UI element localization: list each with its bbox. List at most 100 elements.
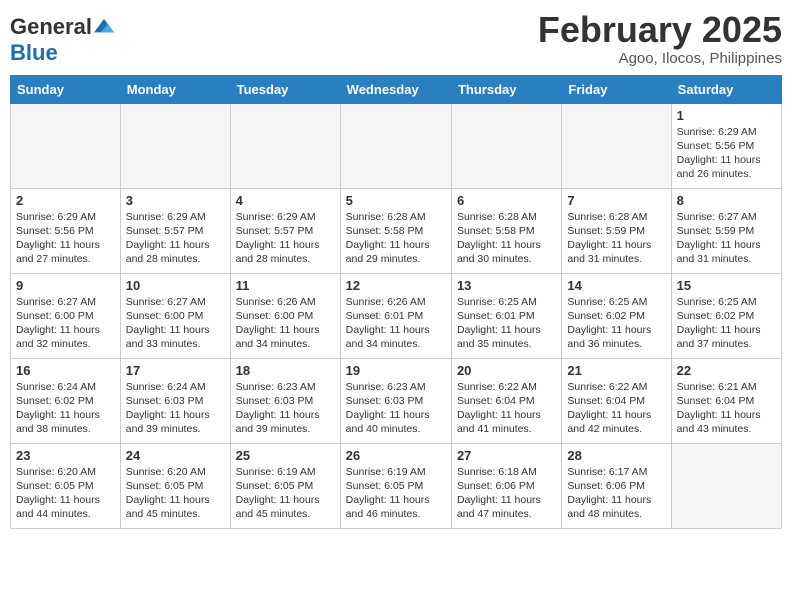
day-number: 14	[567, 278, 665, 293]
day-info: Sunrise: 6:29 AM Sunset: 5:57 PM Dayligh…	[236, 210, 335, 267]
calendar-cell: 8 Sunrise: 6:27 AM Sunset: 5:59 PM Daylig…	[671, 188, 781, 273]
day-info: Sunrise: 6:20 AM Sunset: 6:05 PM Dayligh…	[16, 465, 115, 522]
day-info: Sunrise: 6:27 AM Sunset: 6:00 PM Dayligh…	[126, 295, 225, 352]
calendar-cell	[11, 103, 121, 188]
day-info: Sunrise: 6:20 AM Sunset: 6:05 PM Dayligh…	[126, 465, 225, 522]
calendar-cell: 21 Sunrise: 6:22 AM Sunset: 6:04 PM Dayli…	[562, 358, 671, 443]
day-info: Sunrise: 6:25 AM Sunset: 6:01 PM Dayligh…	[457, 295, 556, 352]
calendar-cell	[120, 103, 230, 188]
day-info: Sunrise: 6:28 AM Sunset: 5:58 PM Dayligh…	[346, 210, 446, 267]
title-block: February 2025 Agoo, Ilocos, Philippines	[538, 10, 782, 67]
day-number: 24	[126, 448, 225, 463]
logo-blue: Blue	[10, 40, 58, 66]
calendar-cell: 12 Sunrise: 6:26 AM Sunset: 6:01 PM Dayli…	[340, 273, 451, 358]
calendar-header-monday: Monday	[120, 75, 230, 103]
calendar-cell: 16 Sunrise: 6:24 AM Sunset: 6:02 PM Dayli…	[11, 358, 121, 443]
day-info: Sunrise: 6:26 AM Sunset: 6:01 PM Dayligh…	[346, 295, 446, 352]
calendar-cell: 27 Sunrise: 6:18 AM Sunset: 6:06 PM Dayli…	[451, 443, 561, 528]
calendar: SundayMondayTuesdayWednesdayThursdayFrid…	[10, 75, 782, 529]
week-row-3: 9 Sunrise: 6:27 AM Sunset: 6:00 PM Daylig…	[11, 273, 782, 358]
calendar-cell: 11 Sunrise: 6:26 AM Sunset: 6:00 PM Dayli…	[230, 273, 340, 358]
calendar-cell: 5 Sunrise: 6:28 AM Sunset: 5:58 PM Daylig…	[340, 188, 451, 273]
day-info: Sunrise: 6:25 AM Sunset: 6:02 PM Dayligh…	[677, 295, 776, 352]
week-row-5: 23 Sunrise: 6:20 AM Sunset: 6:05 PM Dayli…	[11, 443, 782, 528]
day-number: 28	[567, 448, 665, 463]
calendar-cell: 20 Sunrise: 6:22 AM Sunset: 6:04 PM Dayli…	[451, 358, 561, 443]
week-row-1: 1Sunrise: 6:29 AM Sunset: 5:56 PM Daylig…	[11, 103, 782, 188]
calendar-header-thursday: Thursday	[451, 75, 561, 103]
calendar-header-row: SundayMondayTuesdayWednesdayThursdayFrid…	[11, 75, 782, 103]
calendar-cell: 15 Sunrise: 6:25 AM Sunset: 6:02 PM Dayli…	[671, 273, 781, 358]
calendar-cell: 10 Sunrise: 6:27 AM Sunset: 6:00 PM Dayli…	[120, 273, 230, 358]
day-number: 15	[677, 278, 776, 293]
day-info: Sunrise: 6:24 AM Sunset: 6:02 PM Dayligh…	[16, 380, 115, 437]
calendar-cell: 4Sunrise: 6:29 AM Sunset: 5:57 PM Daylig…	[230, 188, 340, 273]
day-number: 5	[346, 193, 446, 208]
day-number: 18	[236, 363, 335, 378]
calendar-cell	[562, 103, 671, 188]
calendar-header-sunday: Sunday	[11, 75, 121, 103]
calendar-cell	[340, 103, 451, 188]
day-number: 16	[16, 363, 115, 378]
calendar-cell: 3Sunrise: 6:29 AM Sunset: 5:57 PM Daylig…	[120, 188, 230, 273]
logo: General Blue	[10, 10, 114, 66]
day-number: 13	[457, 278, 556, 293]
day-info: Sunrise: 6:29 AM Sunset: 5:57 PM Dayligh…	[126, 210, 225, 267]
calendar-header-friday: Friday	[562, 75, 671, 103]
calendar-cell: 25Sunrise: 6:19 AM Sunset: 6:05 PM Dayli…	[230, 443, 340, 528]
week-row-2: 2 Sunrise: 6:29 AM Sunset: 5:56 PM Daylig…	[11, 188, 782, 273]
logo-general: General	[10, 14, 92, 40]
day-info: Sunrise: 6:26 AM Sunset: 6:00 PM Dayligh…	[236, 295, 335, 352]
day-info: Sunrise: 6:18 AM Sunset: 6:06 PM Dayligh…	[457, 465, 556, 522]
day-number: 26	[346, 448, 446, 463]
calendar-header-tuesday: Tuesday	[230, 75, 340, 103]
calendar-header-saturday: Saturday	[671, 75, 781, 103]
day-info: Sunrise: 6:25 AM Sunset: 6:02 PM Dayligh…	[567, 295, 665, 352]
calendar-cell: 1Sunrise: 6:29 AM Sunset: 5:56 PM Daylig…	[671, 103, 781, 188]
calendar-cell: 9 Sunrise: 6:27 AM Sunset: 6:00 PM Daylig…	[11, 273, 121, 358]
day-number: 2	[16, 193, 115, 208]
day-info: Sunrise: 6:19 AM Sunset: 6:05 PM Dayligh…	[236, 465, 335, 522]
day-number: 6	[457, 193, 556, 208]
calendar-cell: 2 Sunrise: 6:29 AM Sunset: 5:56 PM Daylig…	[11, 188, 121, 273]
day-number: 21	[567, 363, 665, 378]
day-info: Sunrise: 6:19 AM Sunset: 6:05 PM Dayligh…	[346, 465, 446, 522]
calendar-cell: 13 Sunrise: 6:25 AM Sunset: 6:01 PM Dayli…	[451, 273, 561, 358]
day-number: 7	[567, 193, 665, 208]
day-info: Sunrise: 6:23 AM Sunset: 6:03 PM Dayligh…	[346, 380, 446, 437]
calendar-cell: 28Sunrise: 6:17 AM Sunset: 6:06 PM Dayli…	[562, 443, 671, 528]
day-number: 20	[457, 363, 556, 378]
day-info: Sunrise: 6:22 AM Sunset: 6:04 PM Dayligh…	[567, 380, 665, 437]
calendar-cell: 6 Sunrise: 6:28 AM Sunset: 5:58 PM Daylig…	[451, 188, 561, 273]
day-number: 22	[677, 363, 776, 378]
calendar-cell: 22 Sunrise: 6:21 AM Sunset: 6:04 PM Dayli…	[671, 358, 781, 443]
day-number: 19	[346, 363, 446, 378]
day-number: 10	[126, 278, 225, 293]
month-title: February 2025	[538, 10, 782, 50]
calendar-cell: 14 Sunrise: 6:25 AM Sunset: 6:02 PM Dayli…	[562, 273, 671, 358]
day-number: 23	[16, 448, 115, 463]
calendar-cell: 23 Sunrise: 6:20 AM Sunset: 6:05 PM Dayli…	[11, 443, 121, 528]
day-info: Sunrise: 6:29 AM Sunset: 5:56 PM Dayligh…	[16, 210, 115, 267]
calendar-cell	[451, 103, 561, 188]
day-info: Sunrise: 6:28 AM Sunset: 5:58 PM Dayligh…	[457, 210, 556, 267]
day-number: 9	[16, 278, 115, 293]
day-info: Sunrise: 6:21 AM Sunset: 6:04 PM Dayligh…	[677, 380, 776, 437]
week-row-4: 16 Sunrise: 6:24 AM Sunset: 6:02 PM Dayli…	[11, 358, 782, 443]
day-info: Sunrise: 6:28 AM Sunset: 5:59 PM Dayligh…	[567, 210, 665, 267]
day-info: Sunrise: 6:22 AM Sunset: 6:04 PM Dayligh…	[457, 380, 556, 437]
day-info: Sunrise: 6:27 AM Sunset: 6:00 PM Dayligh…	[16, 295, 115, 352]
calendar-cell	[671, 443, 781, 528]
day-info: Sunrise: 6:27 AM Sunset: 5:59 PM Dayligh…	[677, 210, 776, 267]
calendar-cell: 7 Sunrise: 6:28 AM Sunset: 5:59 PM Daylig…	[562, 188, 671, 273]
day-number: 12	[346, 278, 446, 293]
calendar-cell	[230, 103, 340, 188]
day-number: 17	[126, 363, 225, 378]
calendar-cell: 18 Sunrise: 6:23 AM Sunset: 6:03 PM Dayli…	[230, 358, 340, 443]
day-info: Sunrise: 6:23 AM Sunset: 6:03 PM Dayligh…	[236, 380, 335, 437]
day-info: Sunrise: 6:29 AM Sunset: 5:56 PM Dayligh…	[677, 125, 776, 182]
location: Agoo, Ilocos, Philippines	[538, 50, 782, 67]
day-number: 8	[677, 193, 776, 208]
day-number: 11	[236, 278, 335, 293]
day-number: 27	[457, 448, 556, 463]
